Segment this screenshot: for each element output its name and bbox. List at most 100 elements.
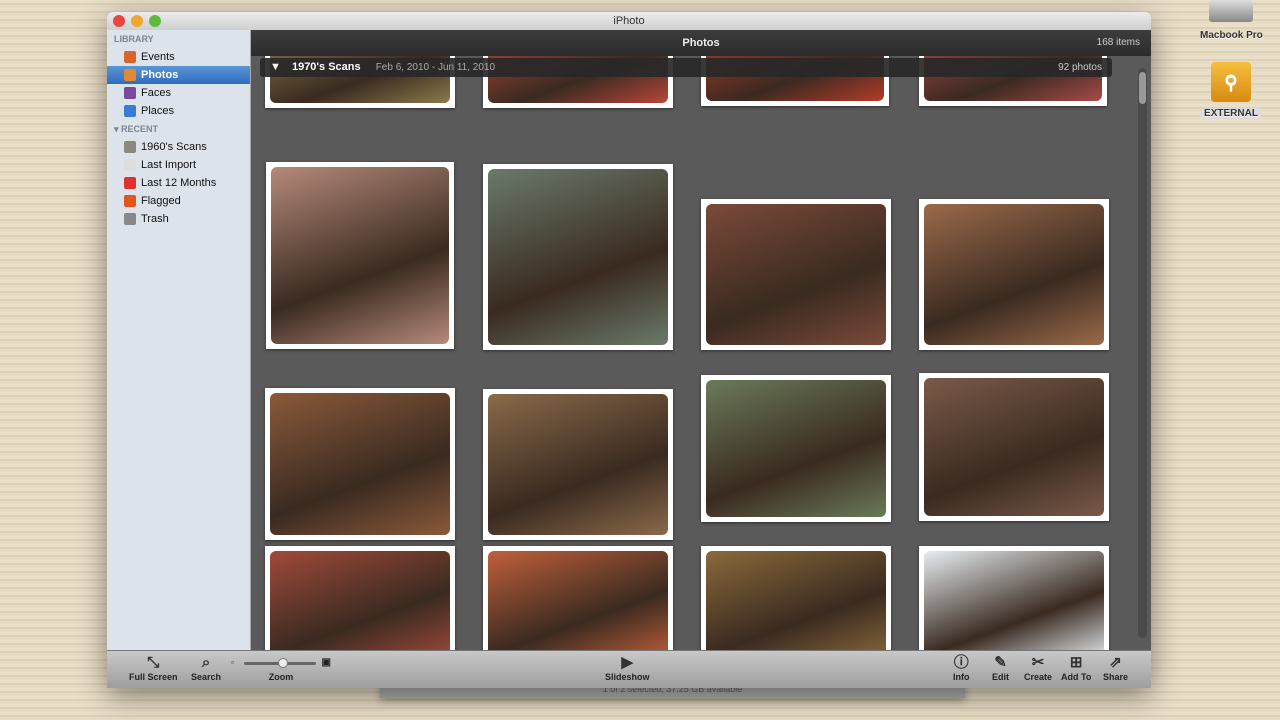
photo-thumbnail[interactable] <box>483 164 673 350</box>
photos-icon <box>124 69 136 81</box>
disclosure-triangle-icon[interactable]: ▼ <box>270 61 281 73</box>
event-photo-count: 92 photos <box>1058 62 1102 73</box>
photo-image <box>488 169 668 345</box>
window-title: iPhoto <box>613 15 645 27</box>
desktop-icon-label: EXTERNAL <box>1200 108 1262 119</box>
sidebar-item-label: Last Import <box>141 159 197 171</box>
trash-icon <box>124 213 136 225</box>
zoom-slider-knob[interactable] <box>278 658 289 668</box>
photo-thumbnail[interactable] <box>919 373 1109 521</box>
zoom-slider[interactable]: ▫ ▣ <box>231 653 331 672</box>
sidebar-item-flagged[interactable]: Flagged <box>107 192 250 210</box>
sidebar-item-last-import[interactable]: Last Import <box>107 156 250 174</box>
recent-heading[interactable]: ▾ RECENT <box>107 120 250 138</box>
desktop-icon-external[interactable]: ⚲ EXTERNAL <box>1200 62 1262 119</box>
calendar-icon <box>124 177 136 189</box>
edit-label: Edit <box>992 672 1009 682</box>
photo-image <box>488 394 668 535</box>
photo-image <box>924 378 1104 516</box>
event-header[interactable]: ▼ 1970's Scans Feb 6, 2010 - Jun 11, 201… <box>260 58 1112 77</box>
search-icon: ⌕ <box>201 654 211 671</box>
photo-thumbnail[interactable] <box>701 546 891 650</box>
title-bar: iPhoto <box>107 12 1151 30</box>
zoom-control: ▫ ▣ Zoom <box>231 653 331 682</box>
share-button[interactable]: ⇗ Share <box>1103 653 1128 682</box>
photo-thumbnail[interactable] <box>919 546 1109 650</box>
zoom-label: Zoom <box>268 672 294 682</box>
flag-icon <box>124 195 136 207</box>
browser-header: Photos 168 items <box>251 30 1151 56</box>
search-label: Search <box>191 672 222 682</box>
photo-browser: Photos 168 items ▼ 1970's Scans Feb 6, 2… <box>251 30 1151 650</box>
desktop-icon-label: Macbook Pro <box>1200 30 1263 41</box>
desktop-icon-macbook-pro[interactable]: Macbook Pro <box>1200 0 1263 41</box>
slideshow-button[interactable]: ▶ Slideshow <box>605 653 650 682</box>
sidebar-item-last-12-months[interactable]: Last 12 Months <box>107 174 250 192</box>
photo-grid <box>251 56 1131 650</box>
events-icon <box>124 51 136 63</box>
slideshow-label: Slideshow <box>605 672 650 682</box>
info-button[interactable]: ⓘ Info <box>953 653 970 682</box>
info-label: Info <box>953 672 970 682</box>
toolbar: ⤡ Full Screen ⌕ Search ▫ ▣ Zoom ▶ Slideshow… <box>107 650 1151 688</box>
sidebar-item-label: Faces <box>141 87 171 99</box>
sidebar-item-label: Events <box>141 51 175 63</box>
add-to-button[interactable]: ⊞ Add To <box>1061 653 1091 682</box>
clock-icon <box>124 159 136 171</box>
sidebar-item-places[interactable]: Places <box>107 102 250 120</box>
full-screen-button[interactable]: ⤡ Full Screen <box>129 653 178 682</box>
add-to-label: Add To <box>1061 672 1092 682</box>
sidebar-item-faces[interactable]: Faces <box>107 84 250 102</box>
browser-title: Photos <box>682 37 720 49</box>
sidebar: LIBRARY Events Photos Faces Places ▾ RECENT… <box>107 30 251 650</box>
small-thumbnail-icon: ▫ <box>231 658 234 667</box>
photo-thumbnail[interactable] <box>483 389 673 540</box>
sidebar-item-label: Flagged <box>141 195 181 207</box>
photo-image <box>488 551 668 650</box>
photo-thumbnail[interactable] <box>265 546 455 650</box>
sidebar-item-label: Places <box>141 105 175 117</box>
full-screen-icon: ⤡ <box>147 654 160 671</box>
photo-image <box>271 167 449 344</box>
item-count: 168 items <box>1096 37 1140 48</box>
create-button[interactable]: ✂ Create <box>1024 653 1052 682</box>
large-thumbnail-icon: ▣ <box>321 657 331 668</box>
play-icon: ▶ <box>621 654 634 671</box>
scrollbar-thumb[interactable] <box>1139 72 1146 104</box>
sidebar-item-photos[interactable]: Photos <box>107 66 250 84</box>
close-button[interactable] <box>113 15 125 27</box>
info-icon: ⓘ <box>953 654 969 671</box>
sidebar-item-label: Photos <box>141 69 179 81</box>
zoom-button[interactable] <box>149 15 161 27</box>
search-button[interactable]: ⌕ Search <box>191 653 221 682</box>
photo-image <box>924 551 1104 650</box>
globe-icon <box>124 105 136 117</box>
photo-thumbnail[interactable] <box>701 199 891 350</box>
plus-icon: ⊞ <box>1069 654 1083 671</box>
iphoto-window: iPhoto LIBRARY Events Photos Faces Places ▾… <box>107 12 1151 688</box>
share-label: Share <box>1103 672 1129 682</box>
create-icon: ✂ <box>1031 654 1045 671</box>
album-icon <box>124 141 136 153</box>
photo-thumbnail[interactable] <box>265 388 455 540</box>
edit-button[interactable]: ✎ Edit <box>992 653 1009 682</box>
hard-drive-icon <box>1209 0 1254 22</box>
minimize-button[interactable] <box>131 15 143 27</box>
photo-thumbnail[interactable] <box>483 546 673 650</box>
sidebar-item-label: 1960's Scans <box>141 141 207 153</box>
photo-image <box>706 380 886 517</box>
sidebar-item-events[interactable]: Events <box>107 48 250 66</box>
photo-thumbnail[interactable] <box>701 375 891 522</box>
usb-drive-icon: ⚲ <box>1211 62 1251 102</box>
vertical-scrollbar[interactable] <box>1138 68 1147 638</box>
sidebar-item-trash[interactable]: Trash <box>107 210 250 228</box>
photo-image <box>270 551 450 650</box>
photo-thumbnail[interactable] <box>919 199 1109 350</box>
photo-image <box>924 204 1104 345</box>
event-dates: Feb 6, 2010 - Jun 11, 2010 <box>375 62 496 73</box>
photo-thumbnail[interactable] <box>266 162 454 349</box>
pencil-icon: ✎ <box>994 654 1007 671</box>
sidebar-item-1960-s-scans[interactable]: 1960's Scans <box>107 138 250 156</box>
photo-image <box>706 551 886 650</box>
sidebar-item-label: Last 12 Months <box>141 177 217 189</box>
